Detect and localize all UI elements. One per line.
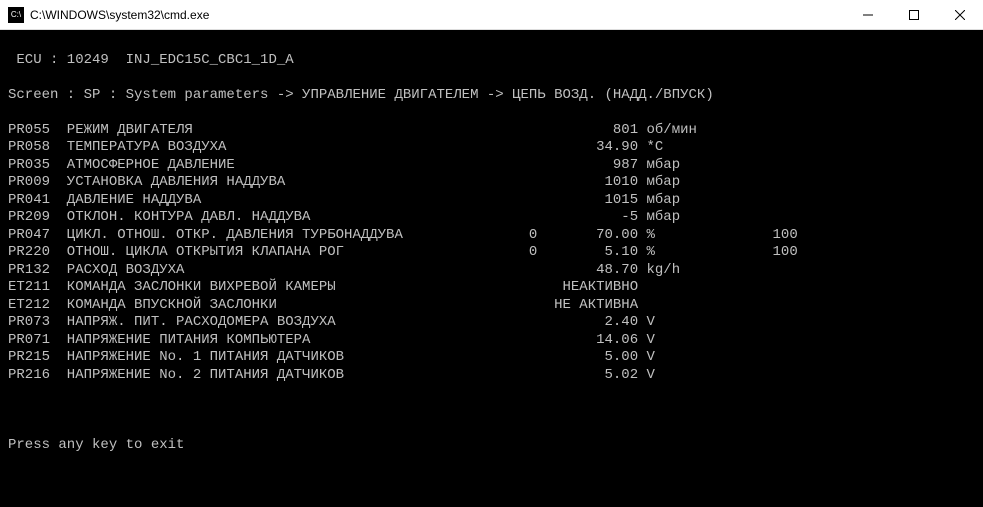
minimize-button[interactable] xyxy=(845,0,891,29)
parameter-row: PR009 УСТАНОВКА ДАВЛЕНИЯ НАДДУВА 1010 мб… xyxy=(8,174,975,192)
screen-line: Screen : SP : System parameters -> УПРАВ… xyxy=(8,87,975,105)
close-icon xyxy=(955,10,965,20)
minimize-icon xyxy=(863,10,873,20)
ecu-line: ECU : 10249 INJ_EDC15C_CBC1_1D_A xyxy=(8,52,975,70)
parameter-row: PR220 ОТНОШ. ЦИКЛА ОТКРЫТИЯ КЛАПАНА РОГ … xyxy=(8,244,975,262)
parameter-row: ET212 КОМАНДА ВПУСКНОЙ ЗАСЛОНКИ НЕ АКТИВ… xyxy=(8,297,975,315)
window-title: C:\WINDOWS\system32\cmd.exe xyxy=(30,8,845,22)
parameter-row: PR215 НАПРЯЖЕНИЕ No. 1 ПИТАНИЯ ДАТЧИКОВ … xyxy=(8,349,975,367)
parameter-list: PR055 РЕЖИМ ДВИГАТЕЛЯ 801 об/мин PR058 Т… xyxy=(8,122,975,385)
parameter-row: PR216 НАПРЯЖЕНИЕ No. 2 ПИТАНИЯ ДАТЧИКОВ … xyxy=(8,367,975,385)
parameter-row: PR209 ОТКЛОН. КОНТУРА ДАВЛ. НАДДУВА -5 м… xyxy=(8,209,975,227)
maximize-icon xyxy=(909,10,919,20)
parameter-row: PR041 ДАВЛЕНИЕ НАДДУВА 1015 мбар xyxy=(8,192,975,210)
parameter-row: PR071 НАПРЯЖЕНИЕ ПИТАНИЯ КОМПЬЮТЕРА 14.0… xyxy=(8,332,975,350)
parameter-row: PR058 ТЕМПЕРАТУРА ВОЗДУХА 34.90 *C xyxy=(8,139,975,157)
window-controls xyxy=(845,0,983,29)
maximize-button[interactable] xyxy=(891,0,937,29)
exit-prompt: Press any key to exit xyxy=(8,437,975,455)
parameter-row: PR073 НАПРЯЖ. ПИТ. РАСХОДОМЕРА ВОЗДУХА 2… xyxy=(8,314,975,332)
parameter-row: PR132 РАСХОД ВОЗДУХА 48.70 kg/h xyxy=(8,262,975,280)
parameter-row: ET211 КОМАНДА ЗАСЛОНКИ ВИХРЕВОЙ КАМЕРЫ Н… xyxy=(8,279,975,297)
window-titlebar: C:\ C:\WINDOWS\system32\cmd.exe xyxy=(0,0,983,30)
parameter-row: PR047 ЦИКЛ. ОТНОШ. ОТКР. ДАВЛЕНИЯ ТУРБОН… xyxy=(8,227,975,245)
close-button[interactable] xyxy=(937,0,983,29)
parameter-row: PR055 РЕЖИМ ДВИГАТЕЛЯ 801 об/мин xyxy=(8,122,975,140)
terminal-output[interactable]: ECU : 10249 INJ_EDC15C_CBC1_1D_A Screen … xyxy=(0,30,983,507)
blank-line xyxy=(8,402,975,420)
cmd-icon: C:\ xyxy=(8,7,24,23)
parameter-row: PR035 АТМОСФЕРНОЕ ДАВЛЕНИЕ 987 мбар xyxy=(8,157,975,175)
